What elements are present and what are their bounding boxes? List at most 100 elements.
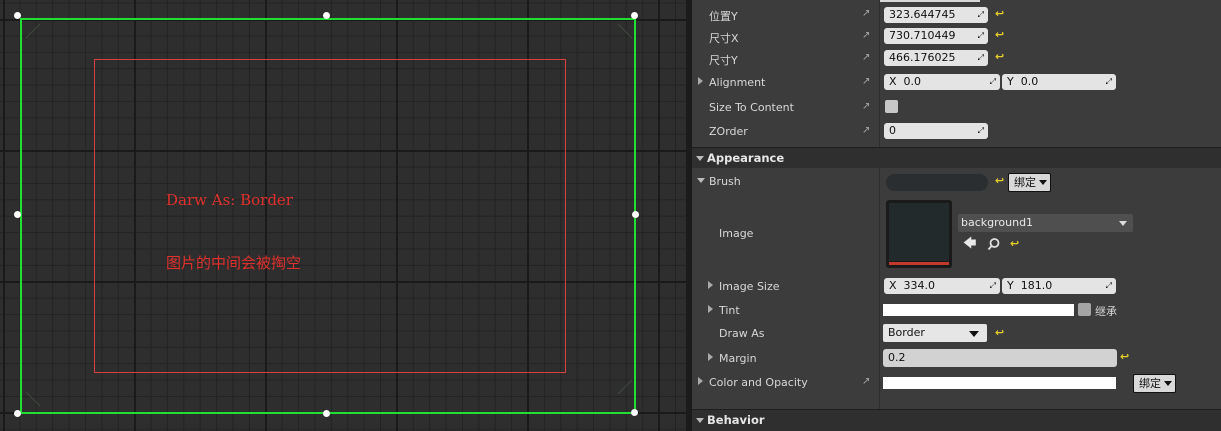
reset-arrow-icon[interactable]: ↩ [995, 28, 1004, 41]
bind-label: 绑定 [1014, 176, 1036, 189]
zorder-label: ZOrder [709, 125, 748, 138]
color-and-opacity-swatch[interactable] [883, 377, 1116, 389]
alignment-y-value: 0.0 [1020, 75, 1039, 88]
image-thumbnail-frame[interactable] [886, 200, 952, 268]
alignment-x-value: 0.0 [903, 75, 922, 88]
draw-as-value: Border [888, 326, 925, 339]
color-and-opacity-label: Color and Opacity [709, 376, 808, 389]
drag-value-icon: ⤢ [977, 53, 984, 62]
reset-arrow-icon[interactable]: ↩ [995, 50, 1004, 63]
brush-label: Brush [709, 175, 741, 188]
details-panel: 位置Y ↗ 323.644745 ⤢ ↩ 尺寸X ↗ 730.710449 ⤢ … [692, 0, 1221, 431]
image-size-y-axis-label: Y [1007, 279, 1014, 292]
size-x-value: 730.710449 [889, 29, 956, 42]
resize-handle-bottom[interactable] [322, 409, 330, 417]
border-margin-outline [94, 59, 566, 373]
drag-value-icon: ⤢ [989, 281, 996, 290]
pin-arrow-icon[interactable]: ↗ [862, 376, 870, 387]
tint-label: Tint [719, 304, 740, 317]
resize-handle-top-left[interactable] [13, 11, 21, 19]
resize-handle-top[interactable] [322, 11, 330, 19]
pin-arrow-icon[interactable]: ↗ [862, 52, 870, 63]
dropdown-caret-icon [1119, 221, 1127, 226]
image-size-y-value: 181.0 [1020, 279, 1053, 292]
image-thumbnail [889, 203, 949, 261]
collapse-arrow-icon[interactable] [696, 156, 704, 161]
image-size-label: Image Size [719, 280, 780, 293]
color-bind-button[interactable]: 绑定 [1133, 374, 1176, 393]
margin-input[interactable]: 0.2 [883, 349, 1117, 367]
zorder-input[interactable]: 0 ⤢ [884, 123, 988, 139]
browse-search-icon[interactable] [987, 237, 1001, 251]
tint-color-swatch[interactable] [883, 304, 1074, 316]
behavior-section-header[interactable]: Behavior [692, 409, 1221, 431]
alignment-x-axis-label: X [889, 75, 897, 88]
use-selected-arrow-icon[interactable]: 🡄 [963, 237, 976, 251]
bind-label: 绑定 [1139, 377, 1161, 390]
expand-arrow-icon[interactable] [708, 281, 713, 289]
annotation-line-2: 图片的中间会被掏空 [166, 254, 302, 272]
field-remnant [880, 0, 980, 2]
size-to-content-label: Size To Content [709, 101, 794, 114]
resize-handle-top-right[interactable] [630, 11, 638, 19]
corner-diagonal-icon [618, 24, 632, 38]
pin-arrow-icon[interactable]: ↗ [862, 8, 870, 19]
dropdown-caret-icon [969, 331, 979, 337]
drag-value-icon: ⤢ [977, 10, 984, 19]
appearance-title: Appearance [707, 151, 785, 165]
size-y-label: 尺寸Y [709, 54, 738, 67]
brush-bind-button[interactable]: 绑定 [1008, 173, 1051, 192]
resize-handle-right[interactable] [631, 210, 639, 218]
alignment-y-axis-label: Y [1007, 75, 1014, 88]
zorder-value: 0 [889, 124, 896, 137]
drag-value-icon: ⤢ [977, 126, 984, 135]
pin-arrow-icon[interactable]: ↗ [862, 30, 870, 41]
collapse-arrow-icon[interactable] [696, 418, 704, 423]
appearance-section-header[interactable]: Appearance [692, 147, 1221, 168]
expand-arrow-icon[interactable] [708, 353, 713, 361]
canvas-annotation: Darw As: Border 图片的中间会被掏空 [166, 148, 301, 316]
resize-handle-left[interactable] [13, 210, 21, 218]
reset-arrow-icon[interactable]: ↩ [995, 7, 1004, 20]
designer-viewport[interactable]: Darw As: Border 图片的中间会被掏空 [0, 0, 686, 431]
corner-diagonal-icon [26, 24, 40, 38]
image-size-x-axis-label: X [889, 279, 897, 292]
behavior-title: Behavior [707, 413, 765, 427]
expand-arrow-icon[interactable] [698, 377, 703, 385]
drag-value-icon: ⤢ [977, 31, 984, 40]
expand-arrow-icon[interactable] [698, 77, 703, 85]
resize-handle-bottom-right[interactable] [630, 408, 638, 416]
image-asset-dropdown[interactable]: background1 [958, 214, 1133, 232]
image-asset-name: background1 [961, 216, 1034, 229]
alignment-x-input[interactable]: X 0.0 ⤢ [884, 74, 1000, 90]
reset-arrow-icon[interactable]: ↩ [995, 174, 1004, 187]
reset-arrow-icon[interactable]: ↩ [1010, 237, 1019, 250]
size-x-input[interactable]: 730.710449 ⤢ [884, 28, 988, 44]
drag-value-icon: ⤢ [1105, 281, 1112, 290]
alignment-label: Alignment [709, 76, 766, 89]
brush-preview[interactable] [886, 174, 988, 191]
collapse-arrow-icon[interactable] [697, 178, 705, 183]
reset-arrow-icon[interactable]: ↩ [995, 326, 1004, 339]
tint-inherit-checkbox[interactable] [1078, 303, 1091, 316]
annotation-line-1: Darw As: Border [166, 191, 293, 209]
expand-arrow-icon[interactable] [708, 305, 713, 313]
image-size-x-value: 334.0 [903, 279, 936, 292]
image-size-y-input[interactable]: Y 181.0 ⤢ [1002, 278, 1116, 294]
pin-arrow-icon[interactable]: ↗ [862, 101, 870, 112]
draw-as-dropdown[interactable]: Border [883, 324, 987, 342]
corner-diagonal-icon [618, 380, 632, 394]
reset-arrow-icon[interactable]: ↩ [1120, 350, 1129, 363]
alignment-y-input[interactable]: Y 0.0 ⤢ [1002, 74, 1116, 90]
position-y-label: 位置Y [709, 10, 738, 23]
position-y-value: 323.644745 [889, 8, 956, 21]
image-size-x-input[interactable]: X 334.0 ⤢ [884, 278, 1000, 294]
pin-arrow-icon[interactable]: ↗ [862, 76, 870, 87]
dropdown-caret-icon [1039, 180, 1047, 185]
pin-arrow-icon[interactable]: ↗ [862, 125, 870, 136]
margin-value: 0.2 [888, 351, 906, 364]
size-to-content-checkbox[interactable] [885, 100, 898, 113]
size-y-input[interactable]: 466.176025 ⤢ [884, 50, 988, 66]
position-y-input[interactable]: 323.644745 ⤢ [884, 7, 988, 23]
resize-handle-bottom-left[interactable] [13, 409, 21, 417]
